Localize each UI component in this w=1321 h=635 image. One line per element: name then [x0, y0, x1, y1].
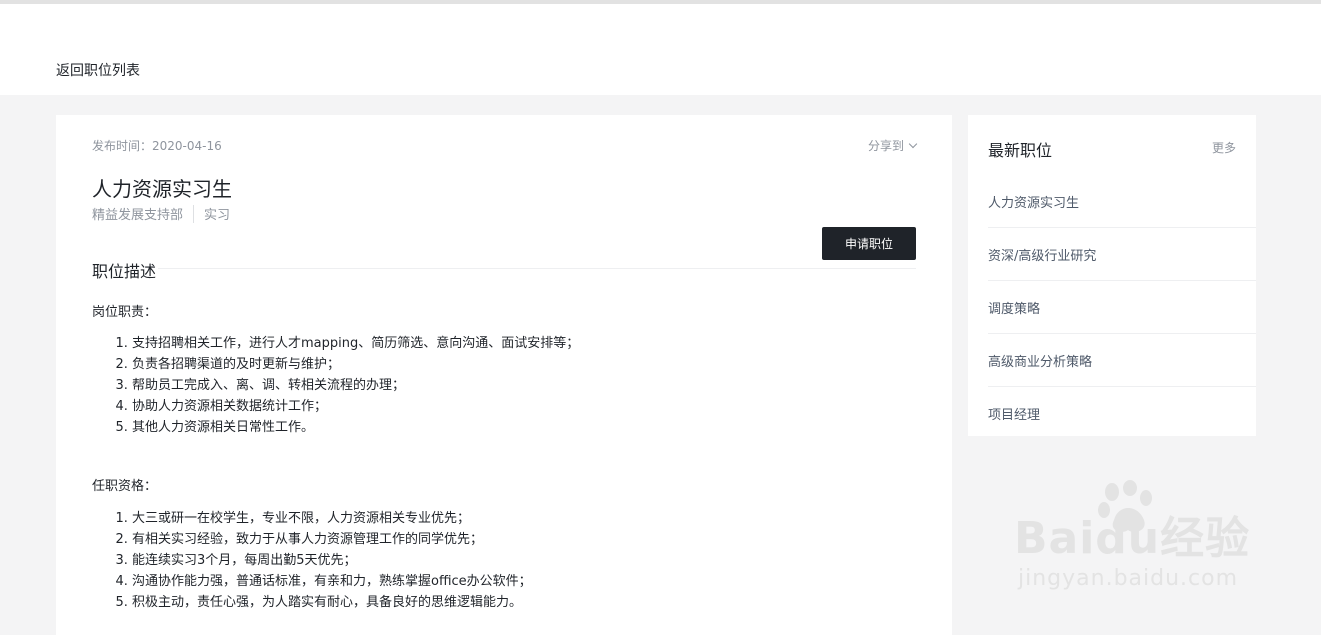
- share-dropdown[interactable]: 分享到: [867, 137, 918, 154]
- department-tag: 精益发展支持部: [92, 208, 184, 223]
- list-item: 帮助员工完成入、离、调、转相关流程的办理；: [132, 375, 579, 396]
- latest-jobs-panel: 最新职位 更多 人力资源实习生 资深/高级行业研究 调度策略 高级商业分析策略 …: [968, 115, 1256, 436]
- latest-job-item[interactable]: 调度策略: [988, 281, 1256, 334]
- back-to-job-list-link[interactable]: 返回职位列表: [56, 60, 140, 80]
- latest-job-item[interactable]: 人力资源实习生: [988, 175, 1256, 228]
- latest-jobs-list: 人力资源实习生 资深/高级行业研究 调度策略 高级商业分析策略 项目经理: [968, 175, 1256, 439]
- duties-list: 支持招聘相关工作，进行人才mapping、简历筛选、意向沟通、面试安排等； 负责…: [112, 333, 579, 438]
- section-title-description: 职位描述: [92, 262, 157, 281]
- list-item: 积极主动，责任心强，为人踏实有耐心，具备良好的思维逻辑能力。: [132, 592, 532, 613]
- list-item: 其他人力资源相关日常性工作。: [132, 417, 579, 438]
- list-item: 支持招聘相关工作，进行人才mapping、简历筛选、意向沟通、面试安排等；: [132, 333, 579, 354]
- list-item: 有相关实习经验，致力于从事人力资源管理工作的同学优先；: [132, 529, 532, 550]
- latest-job-item[interactable]: 高级商业分析策略: [988, 334, 1256, 387]
- watermark-url: jingyan.baidu.com: [1018, 566, 1239, 591]
- qualifications-heading: 任职资格：: [92, 479, 158, 494]
- list-item: 协助人力资源相关数据统计工作；: [132, 396, 579, 417]
- list-item: 负责各招聘渠道的及时更新与维护；: [132, 354, 579, 375]
- apply-button[interactable]: 申请职位: [822, 227, 916, 260]
- list-item: 沟通协作能力强，普通话标准，有亲和力，熟练掌握office办公软件；: [132, 571, 532, 592]
- duties-heading: 岗位职责：: [92, 305, 158, 320]
- watermark-brand: Baidu经验: [1014, 513, 1251, 564]
- job-type-tag: 实习: [204, 208, 231, 223]
- baidu-paw-icon: [1098, 480, 1152, 532]
- latest-jobs-title: 最新职位: [988, 141, 1053, 160]
- list-item: 能连续实习3个月，每周出勤5天优先；: [132, 550, 532, 571]
- header-bar: 返回职位列表: [0, 4, 1321, 95]
- baidu-jingyan-watermark: Baidu经验 jingyan.baidu.com: [1010, 480, 1270, 600]
- more-jobs-link[interactable]: 更多: [1212, 139, 1236, 156]
- latest-job-item[interactable]: 资深/高级行业研究: [988, 228, 1256, 281]
- job-detail-card: 发布时间：2020-04-16 分享到 人力资源实习生 精益发展支持部 实习 申…: [56, 115, 952, 635]
- job-title: 人力资源实习生: [92, 177, 232, 202]
- qualifications-list: 大三或研一在校学生，专业不限，人力资源相关专业优先； 有相关实习经验，致力于从事…: [112, 508, 532, 613]
- share-label: 分享到: [867, 139, 904, 153]
- chevron-down-icon: [908, 139, 918, 149]
- section-divider: [158, 268, 916, 269]
- latest-job-item[interactable]: 项目经理: [988, 387, 1256, 439]
- job-tags: 精益发展支持部 实习: [92, 204, 230, 223]
- tag-divider: [193, 204, 195, 223]
- list-item: 大三或研一在校学生，专业不限，人力资源相关专业优先；: [132, 508, 532, 529]
- publish-date: 发布时间：2020-04-16: [92, 139, 222, 153]
